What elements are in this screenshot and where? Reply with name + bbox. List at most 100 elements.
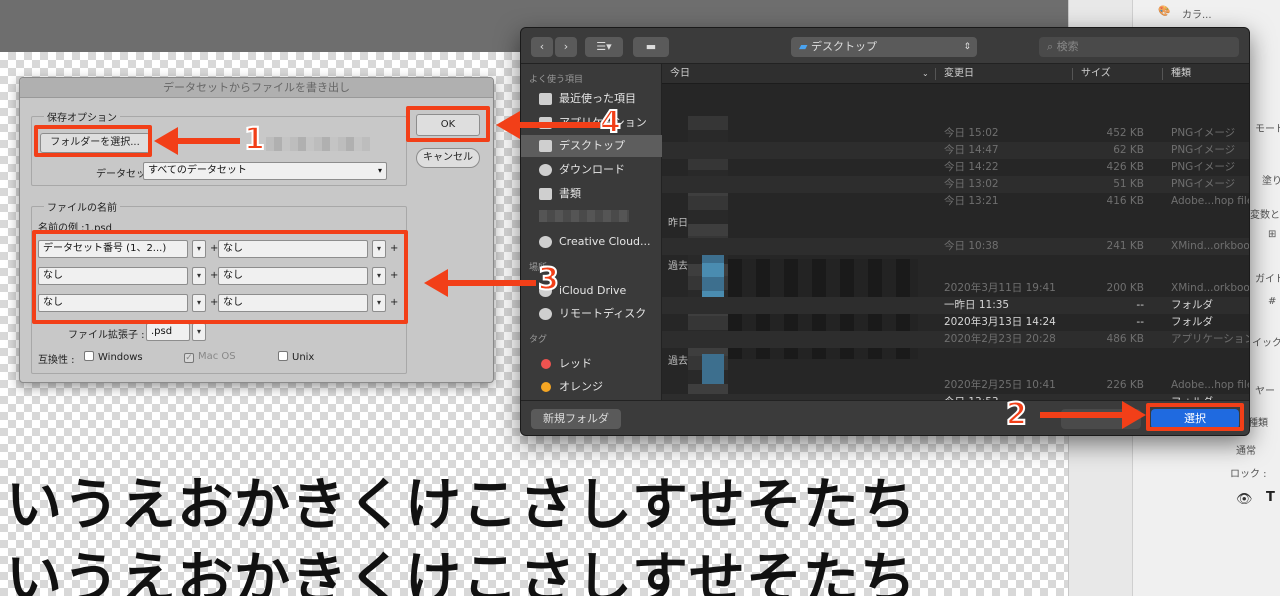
forward-icon[interactable]: › <box>555 37 577 57</box>
table-row[interactable]: 2020年3月13日 14:24 -- フォルダ <box>662 314 1249 331</box>
compat-windows-checkbox[interactable]: Windows <box>84 351 143 363</box>
back-icon[interactable]: ‹ <box>531 37 553 57</box>
palette-icon[interactable]: 🎨 <box>1158 6 1170 17</box>
file-list: 今日 ⌄ 変更日 サイズ 種類 昨日 過去 過去 今日 15:02 452 KB P… <box>662 64 1249 425</box>
sidebar-item-documents[interactable]: 書類 <box>521 183 662 205</box>
table-row[interactable]: 今日 13:02 51 KB PNGイメージ <box>662 176 1249 193</box>
chevron-down-icon[interactable]: ⌄ <box>922 64 929 84</box>
column-modified[interactable]: 変更日 <box>944 64 974 84</box>
column-name[interactable]: 今日 <box>670 64 690 84</box>
tag-dot-icon <box>541 382 551 392</box>
row-modified: 一昨日 11:35 <box>944 299 1010 311</box>
visibility-eye-icon[interactable]: 👁 <box>1236 492 1253 507</box>
sidebar-item-downloads[interactable]: ダウンロード <box>521 159 662 181</box>
row-size: 51 KB <box>1113 178 1144 190</box>
compat-macos-checkbox: ✓ Mac OS <box>184 351 236 363</box>
sidebar-item-remote-disc[interactable]: リモートディスク <box>521 303 662 325</box>
compat-unix-checkbox[interactable]: Unix <box>278 351 314 363</box>
row-modified: 今日 10:38 <box>944 240 999 252</box>
text-layer-icon: T <box>1266 490 1275 505</box>
color-panel-label[interactable]: カラ... <box>1182 6 1212 21</box>
row-size: -- <box>1136 316 1144 328</box>
arrow-left-icon <box>424 269 448 297</box>
grid-icon[interactable]: ⊞ <box>1268 229 1276 240</box>
new-folder-button[interactable]: 新規フォルダ <box>531 409 621 429</box>
extension-label: ファイル拡張子 : <box>68 330 145 341</box>
row-kind: PNGイメージ <box>1171 178 1236 190</box>
row-modified: 今日 13:21 <box>944 195 999 207</box>
table-row[interactable]: 今日 15:02 452 KB PNGイメージ <box>662 125 1249 142</box>
clock-icon <box>539 93 552 105</box>
arrow-line <box>518 122 600 128</box>
chevron-down-icon[interactable]: ▾ <box>192 323 206 341</box>
highlight-frame <box>1146 403 1244 431</box>
checkmark-icon: ✓ <box>184 353 194 363</box>
dataset-select[interactable]: すべてのデータセット ▾ <box>143 162 387 180</box>
arrow-left-icon <box>154 127 178 155</box>
cancel-button[interactable]: キャンセル <box>416 148 480 168</box>
view-options-icon[interactable]: ☰▾ <box>585 37 623 57</box>
canvas-text-line2: いうえおかきくけこさしすせそたち <box>6 547 917 596</box>
table-row[interactable]: 2020年2月23日 20:28 486 KB アプリケーション <box>662 331 1249 348</box>
layer-kind-filter[interactable]: 種類 <box>1248 414 1268 429</box>
layers-label[interactable]: ヤー <box>1255 382 1275 397</box>
folder-icon[interactable]: ▬ <box>633 37 669 57</box>
highlight-frame <box>406 106 490 142</box>
sidebar-item-desktop[interactable]: デスクトップ <box>521 135 662 157</box>
table-row[interactable]: 今日 14:47 62 KB PNGイメージ <box>662 142 1249 159</box>
row-kind: Adobe...hop file <box>1171 195 1249 207</box>
extension-select[interactable]: .psd <box>146 323 190 341</box>
lock-label: ロック : <box>1230 469 1267 480</box>
section-past: 過去 <box>668 261 688 272</box>
row-modified: 2020年2月25日 10:41 <box>944 379 1056 391</box>
disc-icon <box>539 308 552 320</box>
folder-icon: ▰ <box>799 40 808 53</box>
blend-mode-label[interactable]: 通常 <box>1236 442 1256 457</box>
sidebar-tag-red[interactable]: レッド <box>521 353 662 375</box>
sidebar-item-label: レッド <box>559 357 592 370</box>
table-row[interactable]: 一昨日 11:35 -- フォルダ <box>662 297 1249 314</box>
row-size: 426 KB <box>1106 161 1144 173</box>
table-row[interactable]: 今日 10:38 241 KB XMind...orkbook <box>662 238 1249 255</box>
section-past: 過去 <box>668 356 688 367</box>
section-yesterday: 昨日 <box>668 218 688 229</box>
row-modified: 2020年2月23日 20:28 <box>944 333 1056 345</box>
row-size: 226 KB <box>1106 379 1144 391</box>
row-kind: PNGイメージ <box>1171 161 1236 173</box>
search-input[interactable]: ⌕ 検索 <box>1039 37 1239 57</box>
table-row[interactable]: 2020年3月11日 19:41 200 KB XMind...orkbook <box>662 280 1249 297</box>
row-size: 486 KB <box>1106 333 1144 345</box>
location-label: デスクトップ <box>810 40 877 53</box>
column-size[interactable]: サイズ <box>1081 64 1111 84</box>
tags-heading: タグ <box>529 335 548 345</box>
favorites-heading: よく使う項目 <box>529 75 584 85</box>
sidebar-item-label: 最近使った項目 <box>559 92 636 105</box>
sidebar-item-label: オレンジ <box>559 380 603 393</box>
row-kind: PNGイメージ <box>1171 127 1236 139</box>
search-placeholder: 検索 <box>1056 40 1079 53</box>
table-row[interactable]: 2020年2月25日 10:41 226 KB Adobe...hop file <box>662 377 1249 394</box>
column-divider <box>935 68 936 80</box>
row-kind: フォルダ <box>1171 299 1213 311</box>
arrow-right-icon <box>1122 401 1146 429</box>
guide-icon[interactable]: # <box>1268 296 1276 307</box>
highlight-frame <box>34 125 152 157</box>
compat-windows-label: Windows <box>98 352 143 363</box>
table-row[interactable]: 今日 14:22 426 KB PNGイメージ <box>662 159 1249 176</box>
row-modified: 今日 14:47 <box>944 144 999 156</box>
location-popup[interactable]: ▰ デスクトップ ⇕ <box>791 37 977 57</box>
chevron-down-icon: ▾ <box>377 166 382 175</box>
compat-macos-label: Mac OS <box>198 351 236 362</box>
table-row[interactable]: 今日 13:21 416 KB Adobe...hop file <box>662 193 1249 210</box>
row-kind: PNGイメージ <box>1171 144 1236 156</box>
row-size: -- <box>1136 299 1144 311</box>
column-kind[interactable]: 種類 <box>1171 64 1191 84</box>
sidebar-item-creative-cloud[interactable]: Creative Cloud... <box>521 231 662 253</box>
row-modified: 今日 15:02 <box>944 127 999 139</box>
sidebar-item-recents[interactable]: 最近使った項目 <box>521 88 662 110</box>
row-size: 200 KB <box>1106 282 1144 294</box>
sidebar-tag-orange[interactable]: オレンジ <box>521 376 662 398</box>
row-size: 62 KB <box>1113 144 1144 156</box>
column-divider <box>1072 68 1073 80</box>
compat-unix-label: Unix <box>292 352 315 363</box>
